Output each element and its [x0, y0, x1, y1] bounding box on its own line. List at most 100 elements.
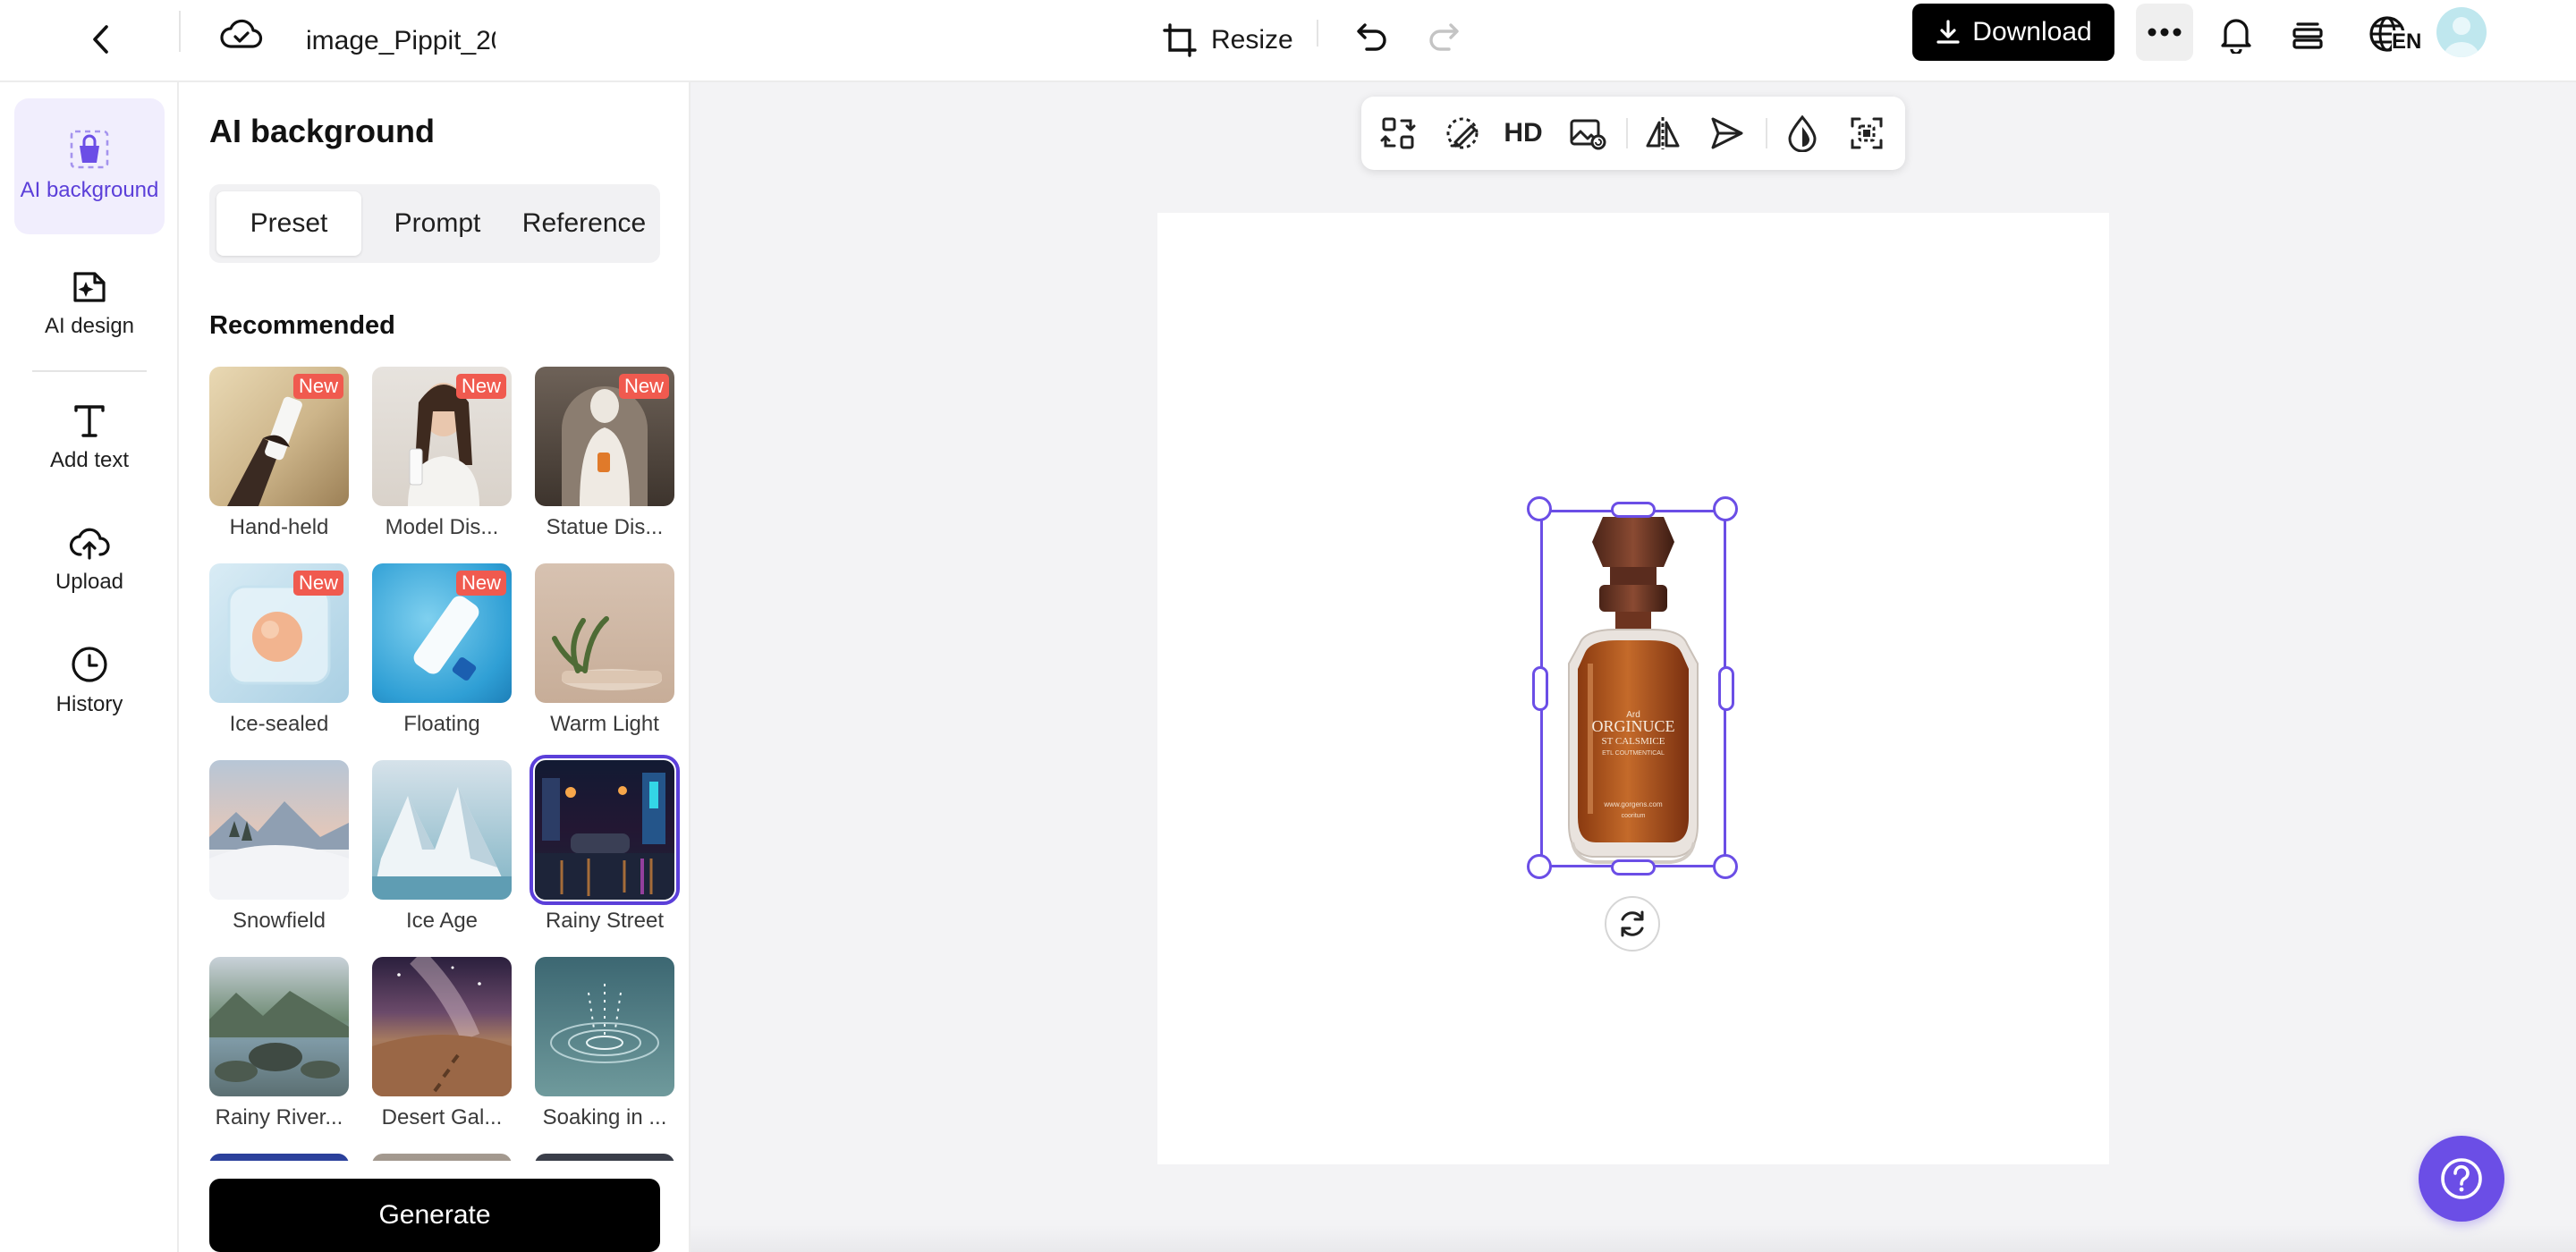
language-code: EN — [2392, 30, 2421, 54]
resize-button[interactable]: Resize — [1148, 11, 1306, 70]
download-button[interactable]: Download — [1912, 4, 2114, 61]
rail-label: AI design — [45, 313, 134, 340]
file-name[interactable]: image_Pippit_20 — [306, 16, 496, 66]
product-label-text: ETL COUTMENTICAL — [1602, 750, 1665, 757]
rail-item-ai-background[interactable]: AI background — [14, 98, 165, 234]
editor-app: image_Pippit_20 Resize Download EN — [0, 0, 2576, 1252]
product-label-text: ST CALSMICE — [1601, 736, 1665, 747]
layers-icon[interactable] — [2283, 9, 2333, 59]
color-drop-icon[interactable] — [1775, 106, 1830, 161]
product-label-text: cooritum — [1622, 813, 1646, 819]
image-sparkle-icon — [70, 268, 109, 306]
preset-label: Ice Age — [361, 909, 522, 934]
rotate-icon — [1615, 907, 1649, 941]
preset-label: Rainy River... — [199, 1105, 360, 1130]
preset-thumbnail — [535, 563, 674, 703]
preset-thumbnail: New — [372, 367, 512, 506]
preset-thumbnail: New — [209, 367, 349, 506]
undo-icon[interactable] — [1347, 11, 1397, 61]
left-rail: AI background AI design Add text Upload … — [0, 82, 179, 1252]
top-bar: image_Pippit_20 Resize Download EN — [0, 0, 2576, 82]
image-toolbar: HD — [1361, 97, 1905, 170]
resize-handle-left[interactable] — [1532, 666, 1548, 711]
resize-handle-bottom-right[interactable] — [1713, 854, 1738, 879]
flip-icon[interactable] — [1635, 106, 1690, 161]
preset-thumbnail — [535, 957, 674, 1096]
image-adjust-icon[interactable] — [1560, 106, 1615, 161]
preset-label: Snowfield — [199, 909, 360, 934]
toolbar-divider — [1626, 118, 1628, 148]
resize-handle-top-left[interactable] — [1527, 496, 1552, 521]
new-badge: New — [293, 571, 343, 596]
focus-icon[interactable] — [1839, 106, 1894, 161]
rail-item-add-text[interactable]: Add text — [14, 393, 165, 483]
tab-reference[interactable]: Reference — [512, 191, 657, 256]
new-badge: New — [293, 374, 343, 399]
resize-handle-bottom[interactable] — [1611, 859, 1656, 876]
new-badge: New — [456, 571, 506, 596]
preset-thumbnail — [209, 957, 349, 1096]
redo-icon[interactable] — [1419, 11, 1469, 61]
rail-label: History — [56, 691, 123, 718]
language-switcher[interactable]: EN — [2354, 7, 2420, 61]
workspace-bottom-edge — [691, 1225, 2576, 1252]
preset-label: Rainy Street — [524, 909, 685, 934]
more-icon — [2148, 28, 2182, 37]
panel-title: AI background — [209, 113, 435, 150]
send-icon[interactable] — [1699, 106, 1755, 161]
new-badge: New — [456, 374, 506, 399]
section-label: Recommended — [209, 311, 395, 341]
back-icon[interactable] — [77, 14, 127, 64]
rail-label: AI background — [21, 177, 159, 204]
help-button[interactable] — [2419, 1136, 2504, 1222]
download-icon — [1935, 19, 1962, 46]
resize-handle-bottom-left[interactable] — [1527, 854, 1552, 879]
more-options-button[interactable] — [2136, 4, 2193, 61]
resize-label: Resize — [1211, 25, 1293, 55]
download-label: Download — [1972, 17, 2091, 47]
bell-icon[interactable] — [2209, 9, 2263, 59]
preset-thumbnail — [372, 957, 512, 1096]
resize-handle-top[interactable] — [1611, 502, 1656, 518]
replace-icon[interactable] — [1370, 106, 1426, 161]
preset-thumbnail — [209, 760, 349, 900]
preset-label: Statue Dis... — [524, 515, 685, 540]
product-label-text: ORGINUCE — [1592, 717, 1675, 735]
bag-icon — [69, 129, 110, 170]
help-icon — [2438, 1155, 2485, 1202]
new-badge: New — [619, 374, 669, 399]
hd-icon[interactable]: HD — [1496, 106, 1551, 161]
generate-button[interactable]: Generate — [209, 1179, 660, 1252]
avatar[interactable] — [2436, 7, 2487, 57]
text-icon — [72, 402, 107, 440]
toolbar-divider — [1766, 118, 1767, 148]
resize-handle-right[interactable] — [1718, 666, 1734, 711]
preset-label: Hand-held — [199, 515, 360, 540]
rotate-button[interactable] — [1605, 896, 1660, 952]
magic-eraser-icon[interactable] — [1435, 106, 1490, 161]
rail-item-upload[interactable]: Upload — [14, 515, 165, 605]
cloud-upload-icon — [68, 524, 111, 562]
tab-prompt[interactable]: Prompt — [365, 191, 510, 256]
resize-handle-top-right[interactable] — [1713, 496, 1738, 521]
preset-label: Warm Light — [524, 712, 685, 737]
preset-thumbnail — [535, 760, 674, 900]
preset-label: Model Dis... — [361, 515, 522, 540]
preset-thumbnail: New — [372, 563, 512, 703]
rail-item-history[interactable]: History — [14, 637, 165, 726]
cloud-sync-icon[interactable] — [215, 11, 268, 57]
rail-label: Add text — [50, 447, 129, 474]
header-divider — [1317, 20, 1318, 47]
user-icon — [2436, 7, 2487, 57]
preset-label: Soaking in ... — [524, 1105, 685, 1130]
tab-preset[interactable]: Preset — [216, 191, 361, 256]
preset-label: Desert Gal... — [361, 1105, 522, 1130]
preset-label: Ice-sealed — [199, 712, 360, 737]
product-label-text: www.gorgens.com — [1603, 800, 1663, 808]
preset-label: Floating — [361, 712, 522, 737]
preset-thumbnail — [372, 760, 512, 900]
rail-item-ai-design[interactable]: AI design — [14, 259, 165, 349]
rail-divider — [32, 370, 147, 372]
preset-thumbnail: New — [535, 367, 674, 506]
product-image[interactable]: Ard ORGINUCE ST CALSMICE ETL COUTMENTICA… — [1540, 510, 1726, 867]
